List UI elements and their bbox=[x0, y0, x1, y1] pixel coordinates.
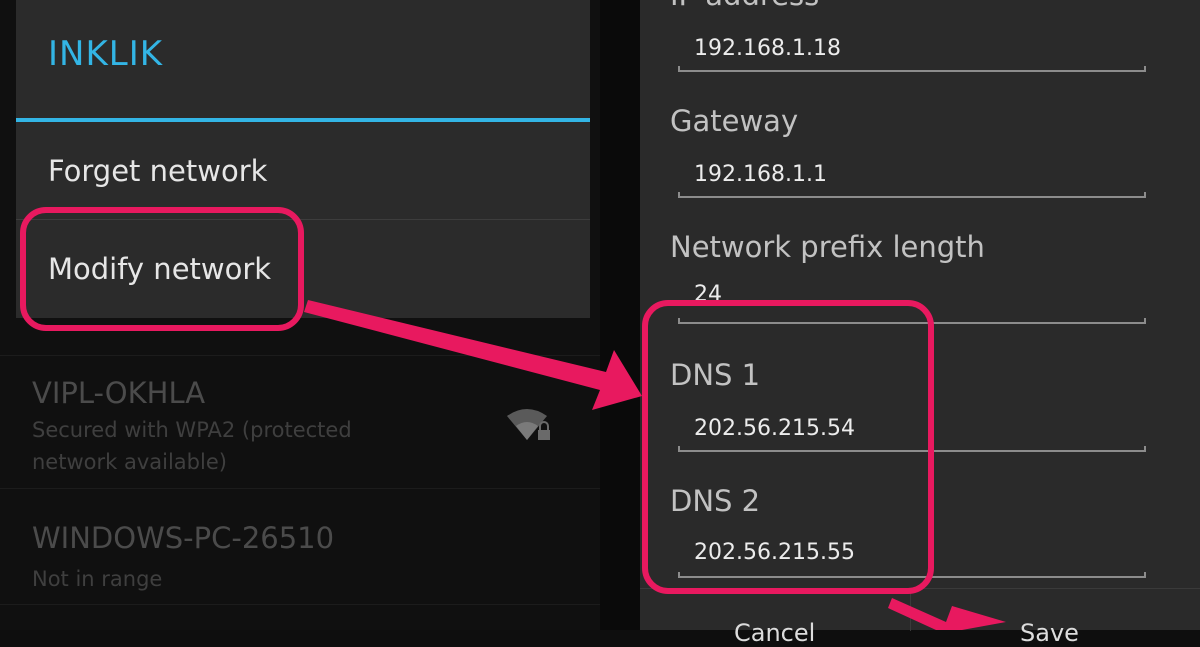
arrow-to-dns-icon bbox=[304, 300, 642, 410]
arrow-to-save-icon bbox=[888, 598, 1006, 630]
annotation-arrows bbox=[304, 300, 1006, 630]
